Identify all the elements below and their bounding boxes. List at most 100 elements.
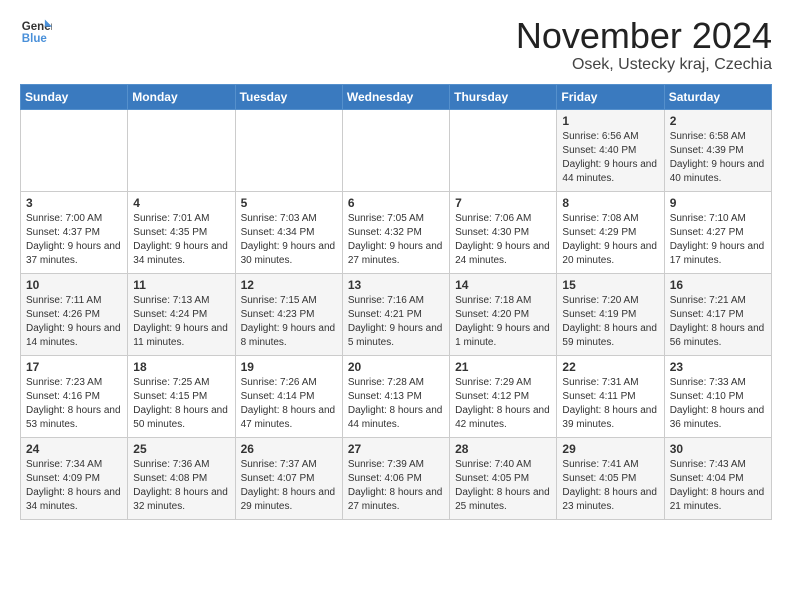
day-number: 8 bbox=[562, 196, 658, 210]
day-info: Sunrise: 7:39 AM Sunset: 4:06 PM Dayligh… bbox=[348, 458, 444, 514]
day-info: Sunrise: 6:58 AM Sunset: 4:39 PM Dayligh… bbox=[670, 130, 766, 186]
day-info: Sunrise: 7:40 AM Sunset: 4:05 PM Dayligh… bbox=[455, 458, 551, 514]
day-info: Sunrise: 6:56 AM Sunset: 4:40 PM Dayligh… bbox=[562, 130, 658, 186]
day-number: 28 bbox=[455, 442, 551, 456]
day-cell: 15 Sunrise: 7:20 AM Sunset: 4:19 PM Dayli… bbox=[557, 273, 664, 355]
day-cell: 20 Sunrise: 7:28 AM Sunset: 4:13 PM Dayli… bbox=[342, 355, 449, 437]
day-info: Sunrise: 7:13 AM Sunset: 4:24 PM Dayligh… bbox=[133, 294, 229, 350]
week-row-3: 10 Sunrise: 7:11 AM Sunset: 4:26 PM Dayli… bbox=[21, 273, 772, 355]
day-cell: 8 Sunrise: 7:08 AM Sunset: 4:29 PM Daylig… bbox=[557, 191, 664, 273]
day-cell: 18 Sunrise: 7:25 AM Sunset: 4:15 PM Dayli… bbox=[128, 355, 235, 437]
day-cell: 30Sunrise: 7:43 AM Sunset: 4:04 PM Dayli… bbox=[664, 437, 771, 519]
day-info: Sunrise: 7:25 AM Sunset: 4:15 PM Dayligh… bbox=[133, 376, 229, 432]
day-cell: 5 Sunrise: 7:03 AM Sunset: 4:34 PM Daylig… bbox=[235, 191, 342, 273]
week-row-4: 17 Sunrise: 7:23 AM Sunset: 4:16 PM Dayli… bbox=[21, 355, 772, 437]
day-info: Sunrise: 7:41 AM Sunset: 4:05 PM Dayligh… bbox=[562, 458, 658, 514]
day-number: 25 bbox=[133, 442, 229, 456]
day-info: Sunrise: 7:28 AM Sunset: 4:13 PM Dayligh… bbox=[348, 376, 444, 432]
day-cell: 1 Sunrise: 6:56 AM Sunset: 4:40 PM Daylig… bbox=[557, 109, 664, 191]
day-cell: 23 Sunrise: 7:33 AM Sunset: 4:10 PM Dayli… bbox=[664, 355, 771, 437]
day-cell: 14 Sunrise: 7:18 AM Sunset: 4:20 PM Dayli… bbox=[450, 273, 557, 355]
day-number: 5 bbox=[241, 196, 337, 210]
day-number: 6 bbox=[348, 196, 444, 210]
header-monday: Monday bbox=[128, 84, 235, 109]
day-number: 1 bbox=[562, 114, 658, 128]
day-info: Sunrise: 7:11 AM Sunset: 4:26 PM Dayligh… bbox=[26, 294, 122, 350]
day-number: 24 bbox=[26, 442, 122, 456]
header-row: Sunday Monday Tuesday Wednesday Thursday… bbox=[21, 84, 772, 109]
day-number: 29 bbox=[562, 442, 658, 456]
svg-text:Blue: Blue bbox=[22, 33, 48, 45]
day-number: 9 bbox=[670, 196, 766, 210]
header-friday: Friday bbox=[557, 84, 664, 109]
day-cell: 24 Sunrise: 7:34 AM Sunset: 4:09 PM Dayli… bbox=[21, 437, 128, 519]
day-info: Sunrise: 7:08 AM Sunset: 4:29 PM Dayligh… bbox=[562, 212, 658, 268]
header-wednesday: Wednesday bbox=[342, 84, 449, 109]
day-info: Sunrise: 7:33 AM Sunset: 4:10 PM Dayligh… bbox=[670, 376, 766, 432]
day-cell: 21Sunrise: 7:29 AM Sunset: 4:12 PM Dayli… bbox=[450, 355, 557, 437]
day-info: Sunrise: 7:23 AM Sunset: 4:16 PM Dayligh… bbox=[26, 376, 122, 432]
day-cell: 26 Sunrise: 7:37 AM Sunset: 4:07 PM Dayli… bbox=[235, 437, 342, 519]
logo: General Blue bbox=[20, 16, 52, 48]
day-cell: 2 Sunrise: 6:58 AM Sunset: 4:39 PM Daylig… bbox=[664, 109, 771, 191]
day-cell: 17 Sunrise: 7:23 AM Sunset: 4:16 PM Dayli… bbox=[21, 355, 128, 437]
day-cell bbox=[450, 109, 557, 191]
day-cell bbox=[128, 109, 235, 191]
calendar-table: Sunday Monday Tuesday Wednesday Thursday… bbox=[20, 84, 772, 520]
day-number: 3 bbox=[26, 196, 122, 210]
day-cell: 19Sunrise: 7:26 AM Sunset: 4:14 PM Dayli… bbox=[235, 355, 342, 437]
day-info: Sunrise: 7:10 AM Sunset: 4:27 PM Dayligh… bbox=[670, 212, 766, 268]
day-info: Sunrise: 7:20 AM Sunset: 4:19 PM Dayligh… bbox=[562, 294, 658, 350]
day-cell: 4Sunrise: 7:01 AM Sunset: 4:35 PM Daylig… bbox=[128, 191, 235, 273]
day-number: 17 bbox=[26, 360, 122, 374]
day-cell: 13 Sunrise: 7:16 AM Sunset: 4:21 PM Dayli… bbox=[342, 273, 449, 355]
header-tuesday: Tuesday bbox=[235, 84, 342, 109]
header-area: General Blue November 2024 Osek, Ustecky… bbox=[20, 16, 772, 74]
day-number: 13 bbox=[348, 278, 444, 292]
day-number: 14 bbox=[455, 278, 551, 292]
day-number: 15 bbox=[562, 278, 658, 292]
day-info: Sunrise: 7:31 AM Sunset: 4:11 PM Dayligh… bbox=[562, 376, 658, 432]
day-cell: 12Sunrise: 7:15 AM Sunset: 4:23 PM Dayli… bbox=[235, 273, 342, 355]
day-cell bbox=[235, 109, 342, 191]
week-row-1: 1 Sunrise: 6:56 AM Sunset: 4:40 PM Daylig… bbox=[21, 109, 772, 191]
day-number: 2 bbox=[670, 114, 766, 128]
header-saturday: Saturday bbox=[664, 84, 771, 109]
day-cell: 29 Sunrise: 7:41 AM Sunset: 4:05 PM Dayli… bbox=[557, 437, 664, 519]
title-area: November 2024 Osek, Ustecky kraj, Czechi… bbox=[516, 16, 772, 74]
day-info: Sunrise: 7:16 AM Sunset: 4:21 PM Dayligh… bbox=[348, 294, 444, 350]
day-info: Sunrise: 7:43 AM Sunset: 4:04 PM Dayligh… bbox=[670, 458, 766, 514]
day-number: 21 bbox=[455, 360, 551, 374]
day-info: Sunrise: 7:03 AM Sunset: 4:34 PM Dayligh… bbox=[241, 212, 337, 268]
month-title: November 2024 bbox=[516, 16, 772, 56]
day-number: 7 bbox=[455, 196, 551, 210]
day-info: Sunrise: 7:36 AM Sunset: 4:08 PM Dayligh… bbox=[133, 458, 229, 514]
day-cell: 9 Sunrise: 7:10 AM Sunset: 4:27 PM Daylig… bbox=[664, 191, 771, 273]
logo-icon: General Blue bbox=[20, 16, 52, 48]
day-number: 10 bbox=[26, 278, 122, 292]
day-info: Sunrise: 7:18 AM Sunset: 4:20 PM Dayligh… bbox=[455, 294, 551, 350]
day-cell: 28 Sunrise: 7:40 AM Sunset: 4:05 PM Dayli… bbox=[450, 437, 557, 519]
day-info: Sunrise: 7:05 AM Sunset: 4:32 PM Dayligh… bbox=[348, 212, 444, 268]
day-info: Sunrise: 7:34 AM Sunset: 4:09 PM Dayligh… bbox=[26, 458, 122, 514]
header-sunday: Sunday bbox=[21, 84, 128, 109]
day-cell: 10 Sunrise: 7:11 AM Sunset: 4:26 PM Dayli… bbox=[21, 273, 128, 355]
day-number: 12 bbox=[241, 278, 337, 292]
day-number: 23 bbox=[670, 360, 766, 374]
day-cell: 7Sunrise: 7:06 AM Sunset: 4:30 PM Daylig… bbox=[450, 191, 557, 273]
location-title: Osek, Ustecky kraj, Czechia bbox=[516, 56, 772, 74]
day-info: Sunrise: 7:00 AM Sunset: 4:37 PM Dayligh… bbox=[26, 212, 122, 268]
day-number: 11 bbox=[133, 278, 229, 292]
calendar-page: General Blue November 2024 Osek, Ustecky… bbox=[0, 0, 792, 530]
day-cell: 11 Sunrise: 7:13 AM Sunset: 4:24 PM Dayli… bbox=[128, 273, 235, 355]
day-number: 22 bbox=[562, 360, 658, 374]
day-number: 18 bbox=[133, 360, 229, 374]
day-number: 4 bbox=[133, 196, 229, 210]
day-number: 26 bbox=[241, 442, 337, 456]
day-number: 20 bbox=[348, 360, 444, 374]
day-cell: 22 Sunrise: 7:31 AM Sunset: 4:11 PM Dayli… bbox=[557, 355, 664, 437]
day-info: Sunrise: 7:37 AM Sunset: 4:07 PM Dayligh… bbox=[241, 458, 337, 514]
day-number: 19 bbox=[241, 360, 337, 374]
week-row-5: 24 Sunrise: 7:34 AM Sunset: 4:09 PM Dayli… bbox=[21, 437, 772, 519]
day-cell: 6 Sunrise: 7:05 AM Sunset: 4:32 PM Daylig… bbox=[342, 191, 449, 273]
